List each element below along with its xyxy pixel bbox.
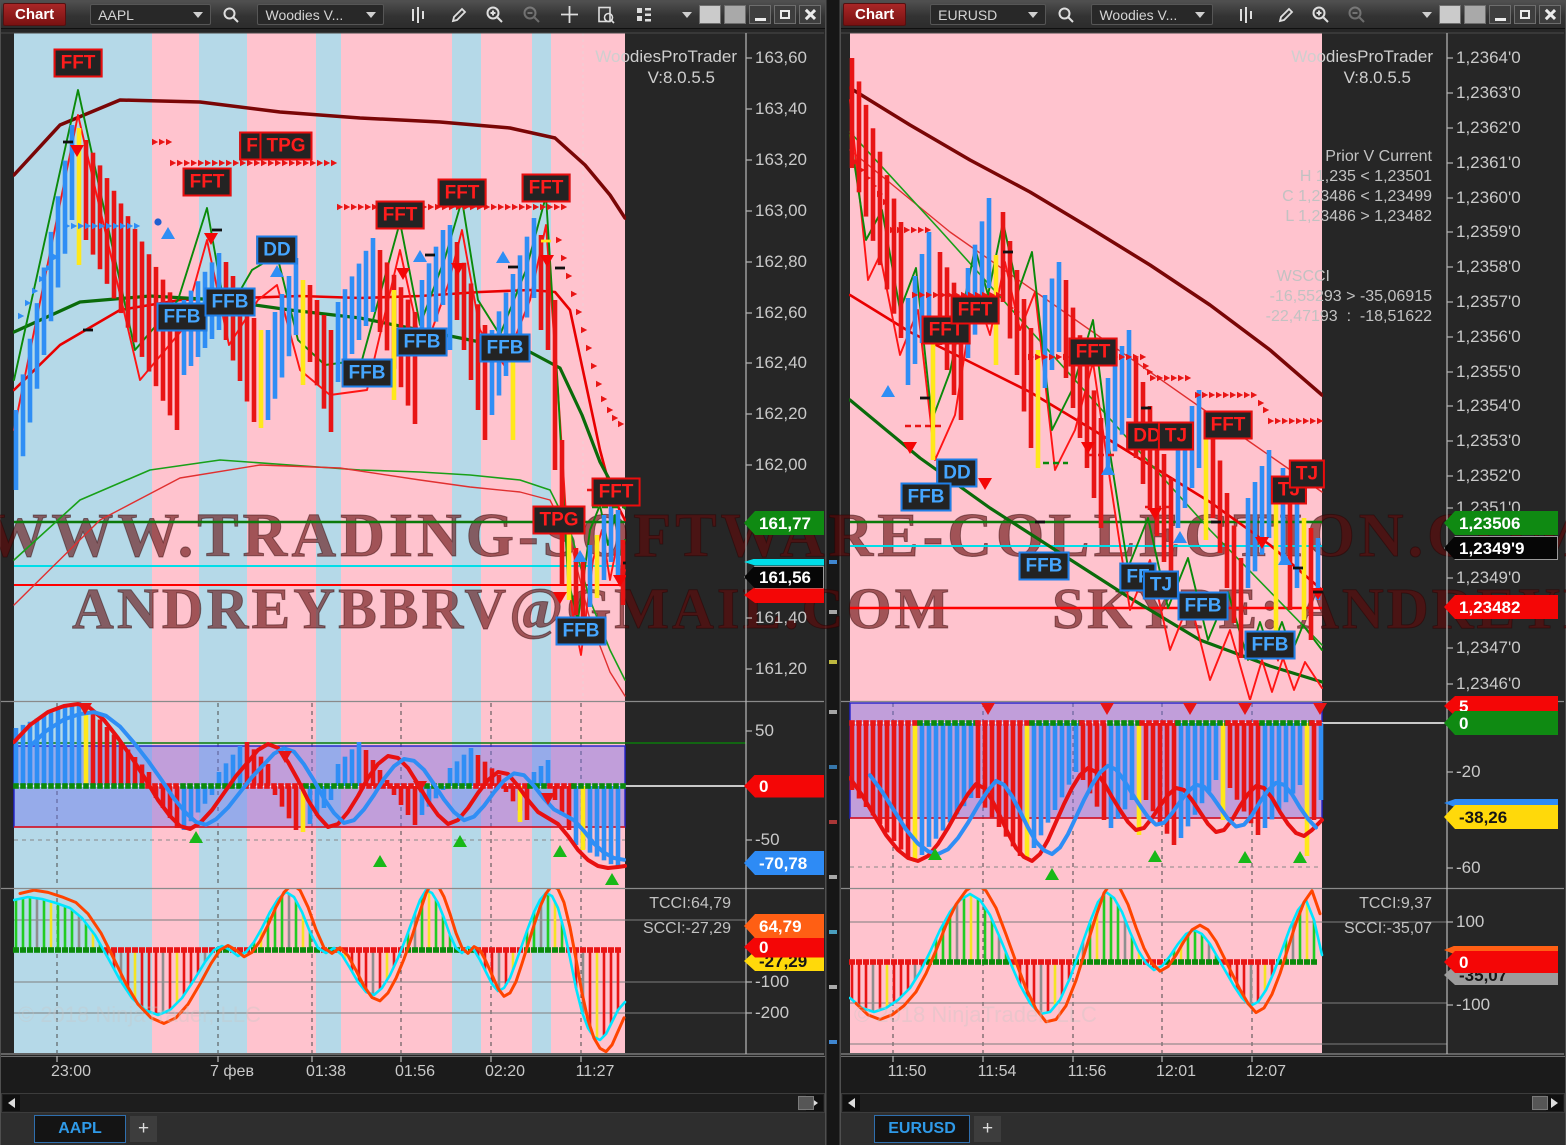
- layout-square2-icon[interactable]: [724, 5, 746, 24]
- minimize-button[interactable]: [749, 5, 771, 24]
- search-icon[interactable]: [219, 3, 243, 27]
- more-tools-caret-icon[interactable]: [675, 3, 699, 27]
- time-axis[interactable]: [841, 1056, 1565, 1094]
- indicator-combo[interactable]: Woodies V...: [257, 4, 384, 25]
- tab-bar: AAPL +: [1, 1113, 825, 1145]
- symbol-combo[interactable]: AAPL: [90, 4, 211, 25]
- scroll-left-button[interactable]: [3, 1095, 20, 1111]
- draw-pencil-icon[interactable]: [446, 3, 470, 27]
- chart-window-aapl: Chart AAPL Woodies V...: [0, 0, 826, 1145]
- window-divider[interactable]: [826, 0, 840, 1145]
- toolbar: Chart AAPL Woodies V...: [1, 1, 825, 29]
- trading-workspace: Chart AAPL Woodies V...: [0, 0, 1566, 1145]
- close-button[interactable]: [799, 5, 821, 24]
- chevron-down-icon: [1195, 12, 1205, 18]
- chart-style-icon[interactable]: [1235, 3, 1258, 27]
- scroll-thumb[interactable]: [798, 1096, 814, 1110]
- window-buttons: [1439, 5, 1565, 24]
- add-tab-button[interactable]: +: [130, 1116, 157, 1142]
- tab-eurusd[interactable]: EURUSD: [874, 1115, 970, 1143]
- minimize-button[interactable]: [1489, 5, 1511, 24]
- data-window-icon[interactable]: [594, 3, 618, 27]
- zoom-out-icon: [519, 3, 543, 27]
- chart-style-icon[interactable]: [406, 3, 430, 27]
- plot-background: [841, 28, 1565, 1056]
- indicator-combo-value: Woodies V...: [265, 7, 343, 23]
- zoom-in-icon[interactable]: [483, 3, 507, 27]
- zoom-in-icon[interactable]: [1309, 3, 1332, 27]
- chevron-down-icon: [1028, 12, 1038, 18]
- add-tab-button[interactable]: +: [974, 1116, 1001, 1142]
- more-tools-caret-icon[interactable]: [1416, 3, 1439, 27]
- h-scrollbar[interactable]: [841, 1093, 1565, 1113]
- crosshair-icon[interactable]: [558, 3, 582, 27]
- layout-square-icon[interactable]: [1439, 5, 1461, 24]
- tab-bar: EURUSD +: [841, 1113, 1565, 1145]
- maximize-button[interactable]: [1514, 5, 1536, 24]
- window-buttons: [699, 5, 825, 24]
- layout-square-icon[interactable]: [699, 5, 721, 24]
- indicator-combo[interactable]: Woodies V...: [1091, 4, 1212, 25]
- symbol-combo-value: AAPL: [98, 7, 134, 23]
- plot-background: [1, 28, 825, 1056]
- chart-window-eurusd: Chart EURUSD Woodies V...: [840, 0, 1566, 1145]
- chevron-down-icon: [366, 12, 376, 18]
- scroll-thumb[interactable]: [1532, 1096, 1548, 1110]
- chart-menu-button[interactable]: Chart: [3, 3, 66, 26]
- toolbar: Chart EURUSD Woodies V...: [841, 1, 1565, 29]
- maximize-button[interactable]: [774, 5, 796, 24]
- tab-aapl[interactable]: AAPL: [34, 1115, 126, 1143]
- panels-grid-icon[interactable]: [632, 3, 656, 27]
- search-icon[interactable]: [1054, 3, 1077, 27]
- symbol-combo-value: EURUSD: [938, 7, 997, 23]
- symbol-combo[interactable]: EURUSD: [930, 4, 1046, 25]
- draw-pencil-icon[interactable]: [1274, 3, 1297, 27]
- chart-menu-button[interactable]: Chart: [843, 3, 906, 26]
- indicator-combo-value: Woodies V...: [1099, 7, 1177, 23]
- h-scrollbar[interactable]: [1, 1093, 825, 1113]
- chevron-down-icon: [193, 12, 203, 18]
- time-axis[interactable]: [1, 1056, 825, 1094]
- layout-square2-icon[interactable]: [1464, 5, 1486, 24]
- scroll-right-button[interactable]: [1546, 1095, 1563, 1111]
- zoom-out-icon: [1345, 3, 1368, 27]
- scroll-left-button[interactable]: [843, 1095, 860, 1111]
- close-button[interactable]: [1539, 5, 1561, 24]
